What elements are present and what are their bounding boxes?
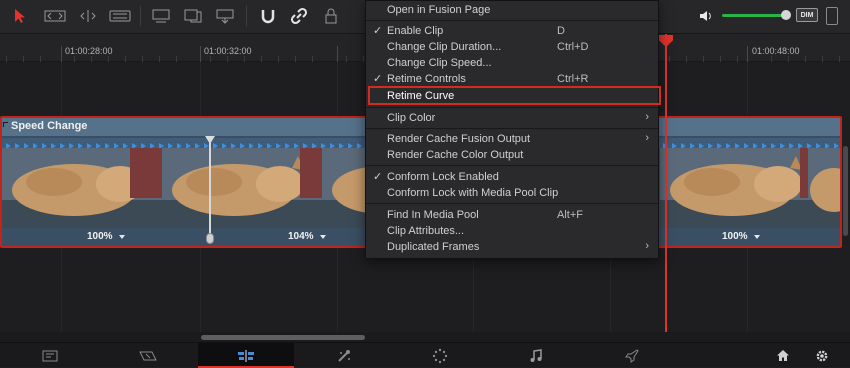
page-navigation-bar [0,342,850,368]
speed-value-label[interactable]: 100% [722,231,748,242]
menu-separator [366,165,658,166]
overwrite-icon[interactable] [181,5,205,27]
lock-icon[interactable] [319,5,343,27]
volume-slider-knob[interactable] [781,10,791,20]
replace-icon[interactable] [213,5,237,27]
timecode-label: 01:00:28:00 [65,46,113,56]
menu-item-find-in-media-pool[interactable]: Find In Media Pool Alt+F [366,207,658,223]
speed-dropdown-icon[interactable] [119,235,125,239]
ruler-tick [747,46,748,62]
menu-item-open-in-fusion-page[interactable]: Open in Fusion Page [366,2,658,18]
menu-item-label: Render Cache Color Output [387,149,524,161]
menu-separator [366,107,658,108]
clip-thumbnail [660,148,820,228]
ruler-tick [200,46,201,62]
menu-item-clip-attributes[interactable]: Clip Attributes... [366,223,658,239]
menu-item-shortcut: Ctrl+R [557,73,589,85]
clip-corner-marker [3,122,8,127]
checkmark-icon: ✓ [373,73,383,85]
color-page-icon[interactable] [410,343,470,368]
vertical-scrollbar[interactable] [843,146,848,236]
playhead-line[interactable] [665,34,667,334]
clip-context-menu: Open in Fusion Page ✓ Enable Clip D Chan… [365,0,659,259]
menu-item-shortcut: Ctrl+D [557,41,589,53]
ruler-tick [61,46,62,62]
menu-item-render-cache-fusion-output[interactable]: Render Cache Fusion Output › [366,131,658,147]
toolbar-divider [140,6,141,26]
blade-icon[interactable] [108,5,132,27]
menu-item-conform-lock-with-media-pool-clip[interactable]: Conform Lock with Media Pool Clip [366,185,658,201]
menu-item-label: Enable Clip [387,25,444,37]
horizontal-scrollbar-track[interactable] [0,332,850,342]
submenu-arrow-icon: › [645,111,649,123]
trim-icon[interactable] [43,5,67,27]
edit-page-icon[interactable] [198,343,294,368]
clip-title: Speed Change [11,120,88,132]
menu-item-label: Clip Color [387,112,436,124]
menu-separator [366,20,658,21]
menu-item-label: Change Clip Duration... [387,41,502,53]
highlight-annotation-box [368,86,661,105]
volume-slider-track[interactable] [722,14,786,17]
speed-point-line [209,140,211,238]
menu-item-render-cache-color-output[interactable]: Render Cache Color Output [366,147,658,163]
menu-item-change-clip-duration[interactable]: Change Clip Duration... Ctrl+D [366,39,658,55]
clip-thumbnail [2,148,162,228]
timecode-label: 01:00:48:00 [752,46,800,56]
speed-dropdown-icon[interactable] [754,235,760,239]
menu-item-label: Retime Controls [387,73,466,85]
settings-gear-icon[interactable] [811,343,833,368]
dim-button[interactable]: DIM [796,8,818,22]
fairlight-page-icon[interactable] [506,343,566,368]
speed-point-handle[interactable] [206,233,214,244]
menu-item-label: Find In Media Pool [387,209,479,221]
menu-item-clip-color[interactable]: Clip Color › [366,110,658,126]
deliver-page-icon[interactable] [602,343,662,368]
clip-thumbnail [808,148,840,228]
selection-arrow-icon[interactable] [8,5,32,27]
checkmark-icon: ✓ [373,25,383,37]
menu-item-label: Change Clip Speed... [387,57,492,69]
checkmark-icon: ✓ [373,171,383,183]
volume-icon[interactable] [694,5,718,27]
insert-icon[interactable] [149,5,173,27]
speed-value-label[interactable]: 104% [288,231,314,242]
menu-item-shortcut: Alt+F [557,209,583,221]
speed-value-label[interactable]: 100% [87,231,113,242]
menu-item-label: Clip Attributes... [387,225,465,237]
dynamic-trim-icon[interactable] [76,5,100,27]
submenu-arrow-icon: › [645,132,649,144]
cut-page-icon[interactable] [118,343,178,368]
menu-item-label: Conform Lock with Media Pool Clip [387,187,559,199]
submenu-arrow-icon: › [645,240,649,252]
menu-item-label: Render Cache Fusion Output [387,133,531,145]
horizontal-scrollbar-thumb[interactable] [201,335,365,340]
menu-item-duplicated-frames[interactable]: Duplicated Frames › [366,239,658,255]
menu-item-label: Open in Fusion Page [387,4,491,16]
home-icon[interactable] [772,343,794,368]
menu-item-label: Duplicated Frames [387,241,480,253]
ruler-tick [337,46,338,62]
mixer-panel-toggle[interactable] [826,7,838,25]
menu-item-enable-clip[interactable]: ✓ Enable Clip D [366,23,658,39]
snapping-icon[interactable] [256,5,280,27]
menu-item-retime-controls[interactable]: ✓ Retime Controls Ctrl+R [366,71,658,87]
timecode-label: 01:00:32:00 [204,46,252,56]
speed-dropdown-icon[interactable] [320,235,326,239]
menu-item-shortcut: D [557,25,565,37]
menu-separator [366,203,658,204]
linked-selection-icon[interactable] [287,5,311,27]
media-page-icon[interactable] [20,343,80,368]
menu-item-label: Conform Lock Enabled [387,171,499,183]
fusion-page-icon[interactable] [314,343,374,368]
menu-separator [366,128,658,129]
menu-item-change-clip-speed[interactable]: Change Clip Speed... [366,55,658,71]
menu-item-conform-lock-enabled[interactable]: ✓ Conform Lock Enabled [366,169,658,185]
toolbar-divider [246,6,247,26]
clip-thumbnail [162,148,322,228]
